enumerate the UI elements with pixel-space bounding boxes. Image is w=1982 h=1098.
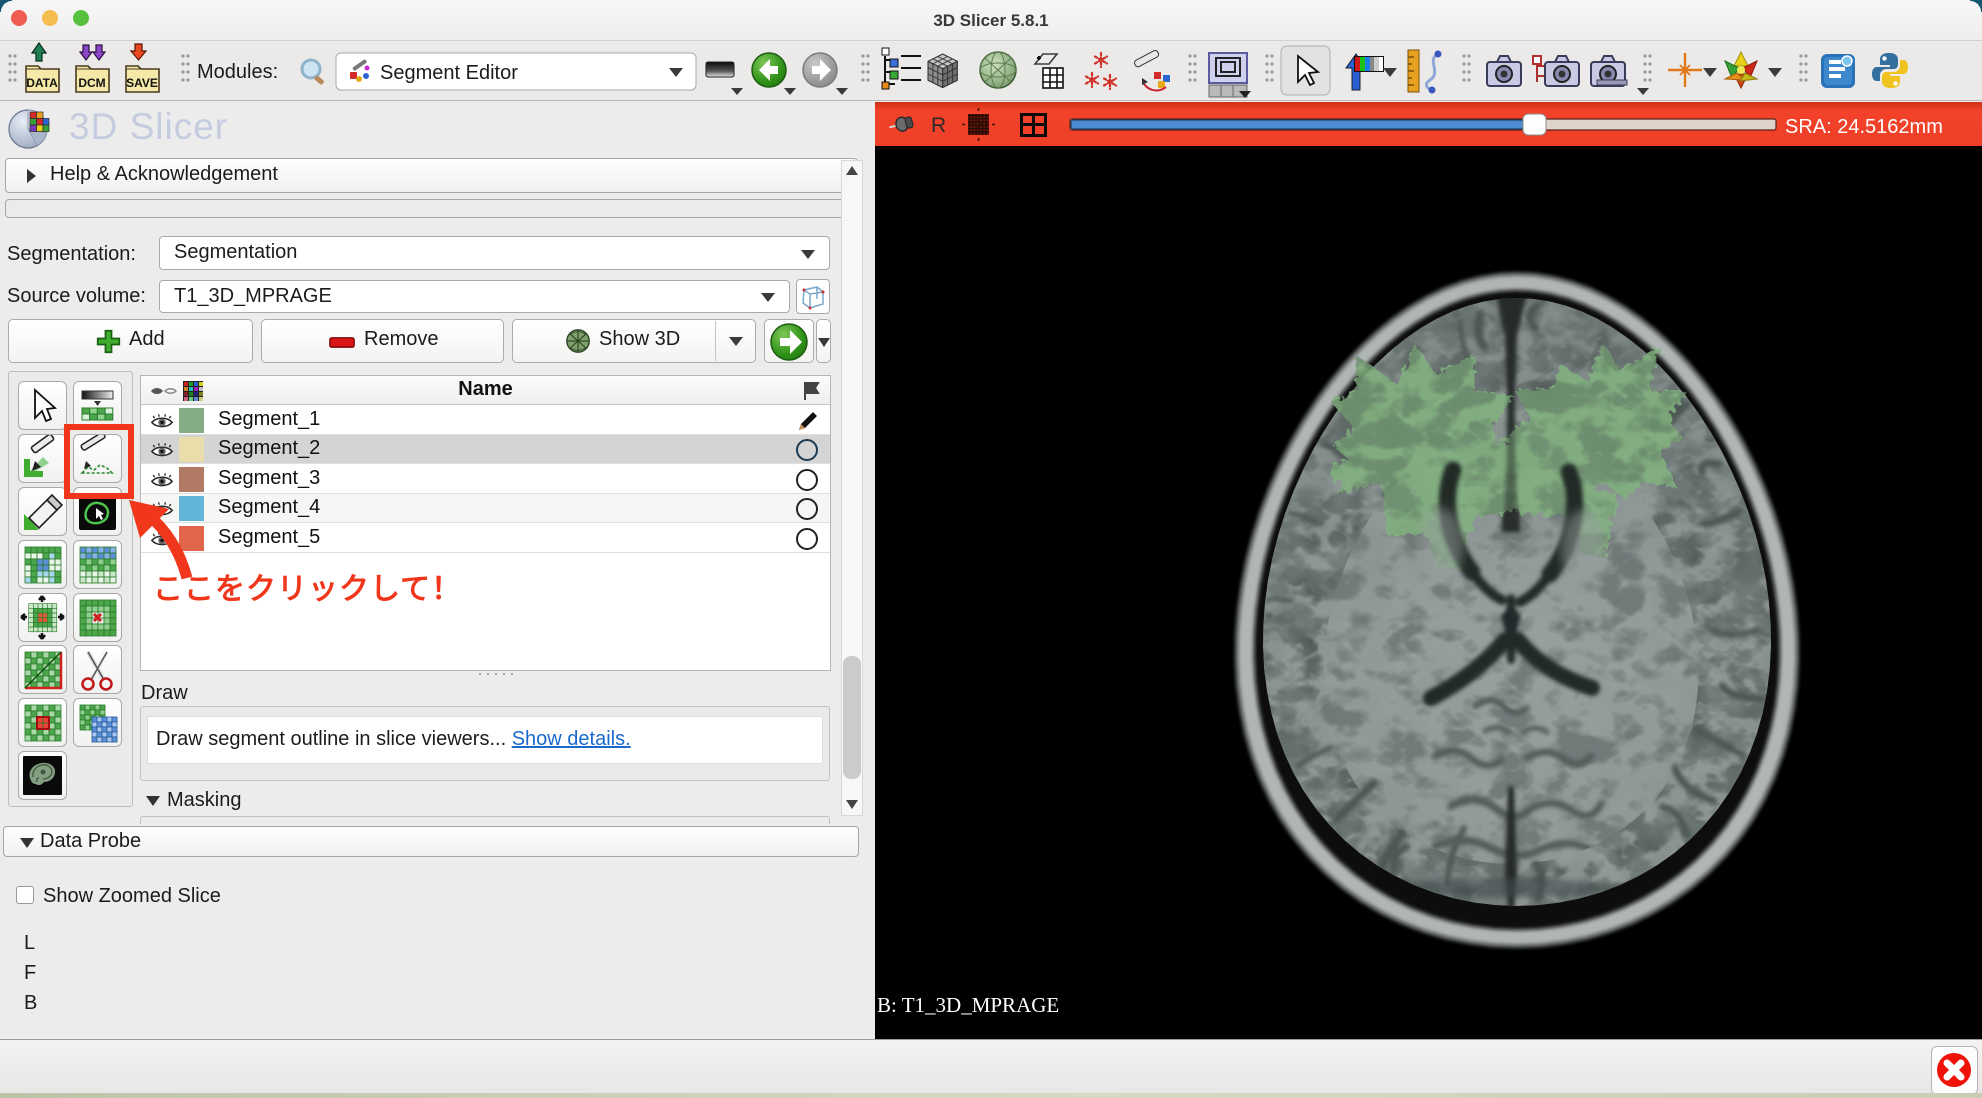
svg-text:SRA: 24.5162mm: SRA: 24.5162mm	[1785, 116, 1943, 138]
svg-text:R: R	[931, 114, 946, 137]
svg-text:DATA: DATA	[26, 76, 58, 90]
svg-text:DCM: DCM	[78, 76, 105, 90]
svg-text:Segment Editor: Segment Editor	[380, 62, 518, 84]
svg-text:SAVE: SAVE	[126, 76, 158, 90]
svg-text:Modules:: Modules:	[197, 61, 278, 83]
